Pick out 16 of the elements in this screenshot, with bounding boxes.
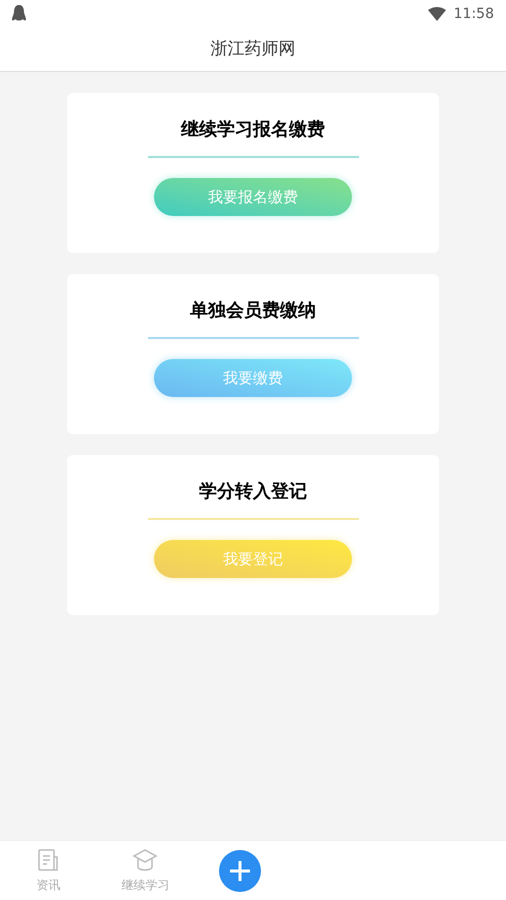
card-title: 继续学习报名缴费 bbox=[181, 118, 325, 142]
document-icon bbox=[36, 848, 60, 872]
nav-tab[interactable]: 继续学习 bbox=[96, 848, 194, 894]
nav-tab[interactable]: 资讯 bbox=[0, 848, 97, 894]
plus-icon bbox=[228, 860, 251, 882]
action-button[interactable]: 我要登记 bbox=[154, 540, 352, 578]
wifi-icon bbox=[428, 7, 446, 21]
penguin-icon bbox=[12, 5, 26, 23]
add-button[interactable] bbox=[218, 850, 261, 892]
status-time: 11:58 bbox=[454, 4, 494, 24]
action-button[interactable]: 我要报名缴费 bbox=[154, 178, 352, 216]
action-button[interactable]: 我要缴费 bbox=[154, 359, 352, 397]
graduation-cap-icon bbox=[132, 848, 158, 872]
card-title: 学分转入登记 bbox=[199, 480, 307, 504]
card-title: 单独会员费缴纳 bbox=[190, 299, 316, 323]
page-title: 浙江药师网 bbox=[210, 38, 296, 61]
